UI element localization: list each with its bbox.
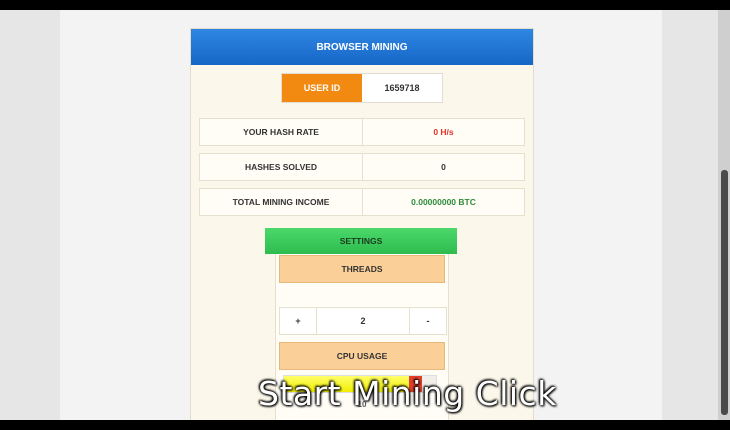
mining-panel: BROWSER MINING USER ID 1659718 YOUR HASH… — [190, 28, 534, 420]
user-id-value: 1659718 — [384, 83, 420, 93]
panel-title: BROWSER MINING — [191, 29, 533, 65]
stat-label: TOTAL MINING INCOME — [200, 189, 363, 215]
threads-increment-button[interactable]: + — [280, 308, 317, 334]
video-caption: Start Mining Click — [258, 374, 557, 413]
threads-decrement-button[interactable]: - — [409, 308, 446, 334]
stat-row-hashes-solved: HASHES SOLVED 0 — [199, 153, 525, 181]
hashes-solved-value: 0 — [441, 162, 446, 172]
stat-row-mining-income: TOTAL MINING INCOME 0.00000000 BTC — [199, 188, 525, 216]
hash-rate-value: 0 H/s — [433, 127, 454, 137]
user-id-box: USER ID 1659718 — [281, 73, 443, 103]
stat-label: HASHES SOLVED — [200, 154, 363, 180]
threads-stepper: + 2 - — [279, 307, 447, 335]
threads-header: THREADS — [279, 255, 445, 283]
mining-income-value: 0.00000000 BTC — [411, 197, 476, 207]
threads-count: 2 — [360, 316, 366, 326]
user-id-label: USER ID — [282, 74, 362, 102]
cpu-usage-header: CPU USAGE — [279, 342, 445, 370]
browser-viewport: BROWSER MINING USER ID 1659718 YOUR HASH… — [0, 10, 730, 420]
stat-label: YOUR HASH RATE — [200, 119, 363, 145]
scrollbar-thumb[interactable] — [721, 170, 728, 415]
stat-row-hash-rate: YOUR HASH RATE 0 H/s — [199, 118, 525, 146]
settings-button[interactable]: SETTINGS — [265, 228, 457, 254]
